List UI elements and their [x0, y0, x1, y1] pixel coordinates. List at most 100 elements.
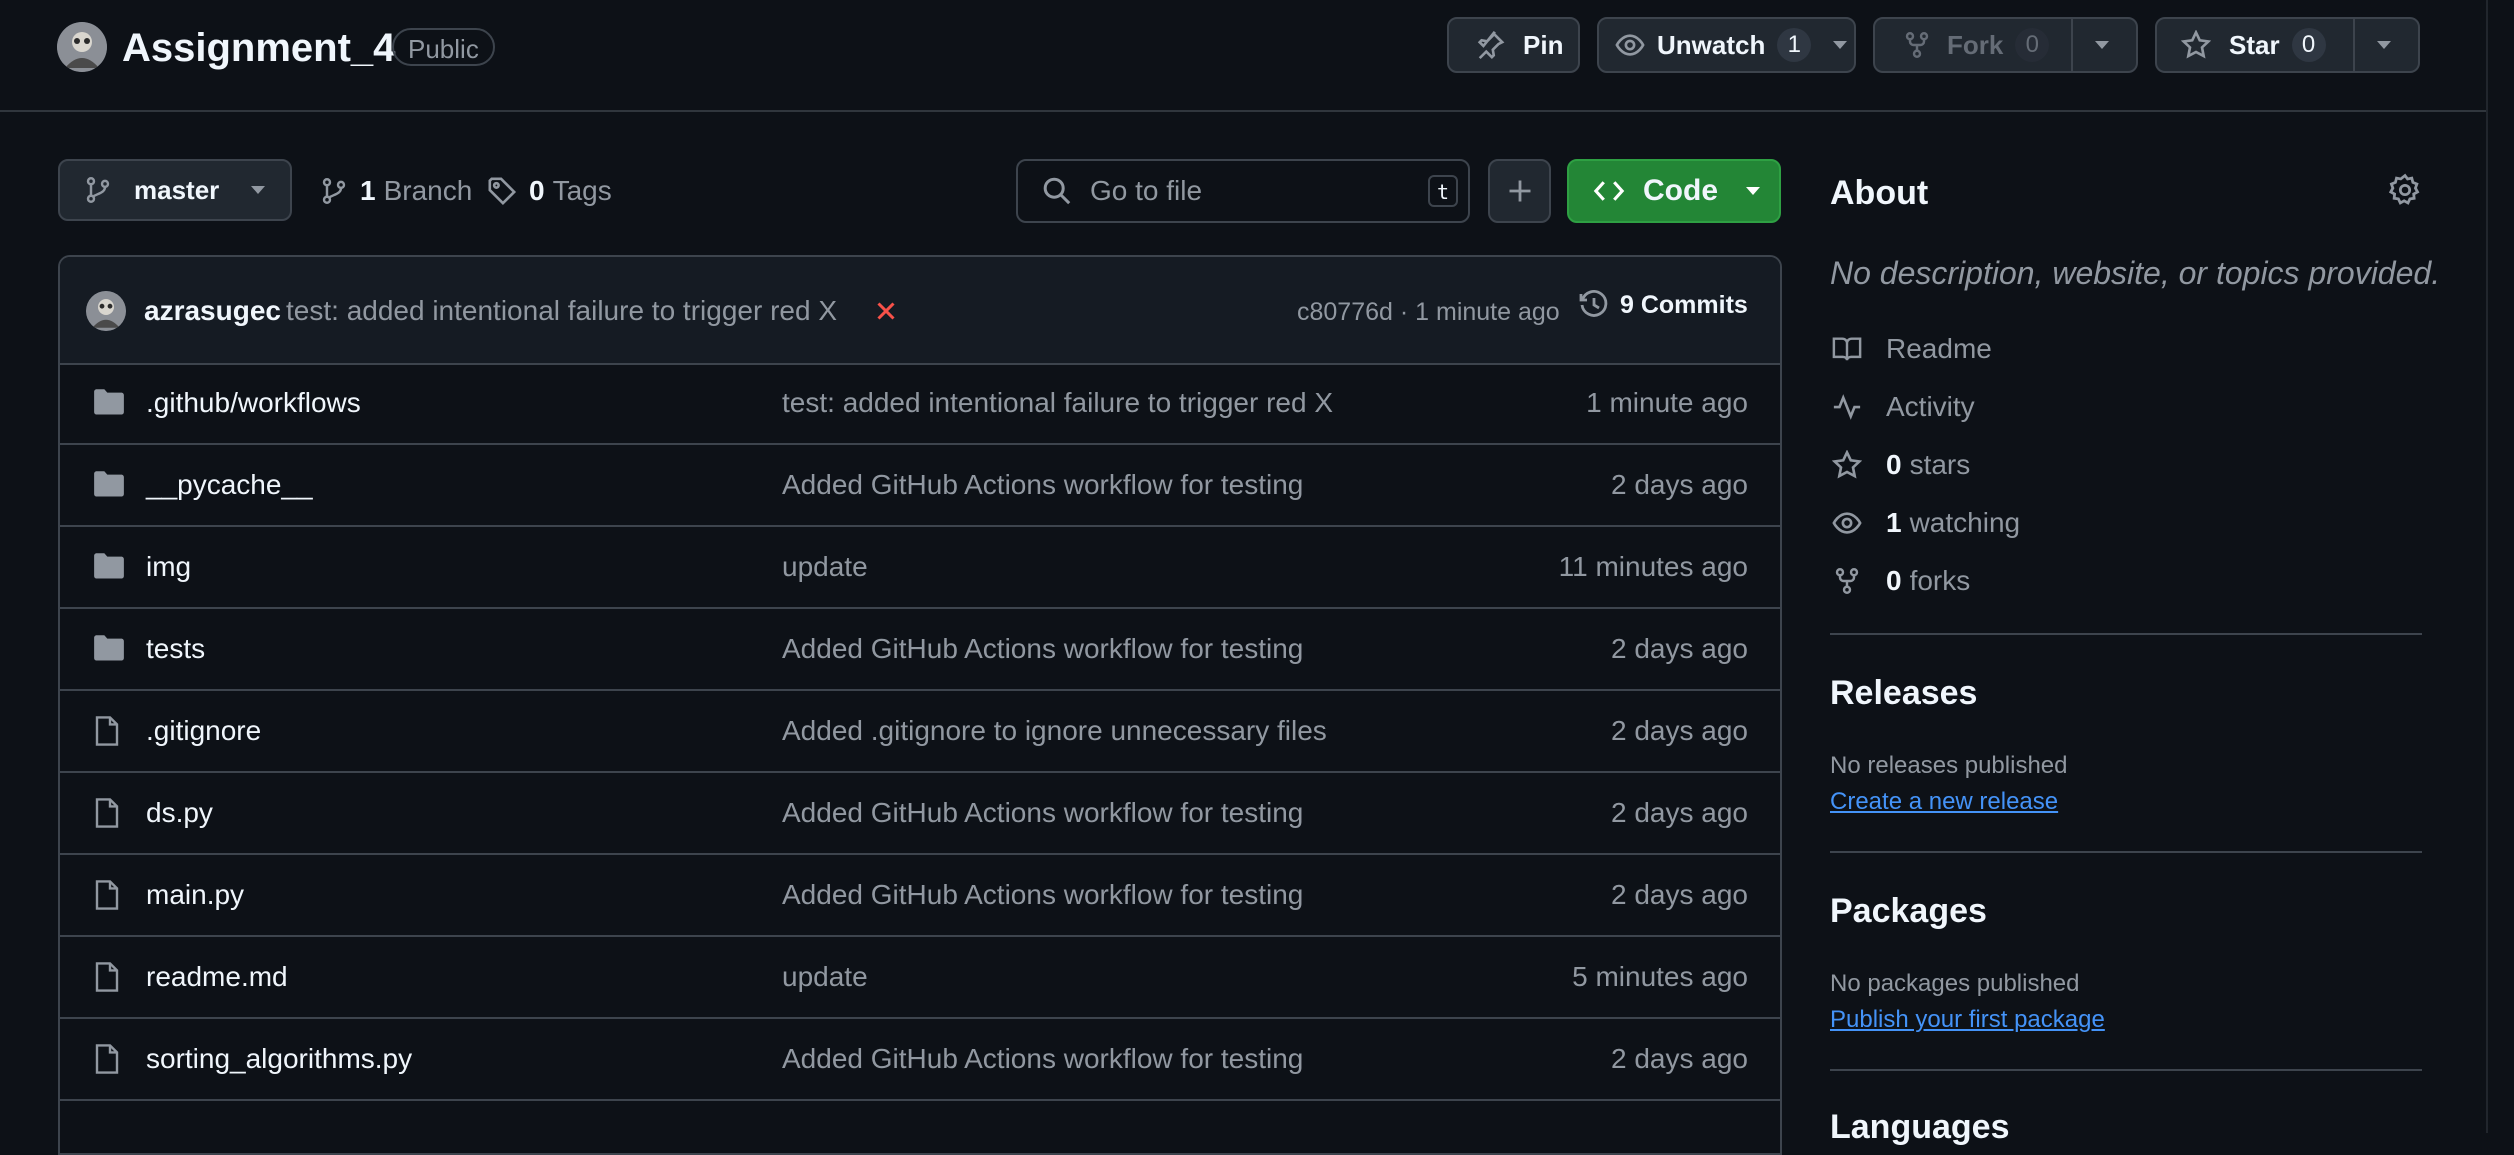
- packages-empty: No packages published: [1830, 970, 2080, 997]
- unwatch-button[interactable]: Unwatch 1: [1597, 17, 1856, 73]
- file-name[interactable]: img: [146, 547, 191, 587]
- eye-icon: [1615, 30, 1645, 60]
- keyboard-shortcut-hint: t: [1428, 175, 1458, 207]
- file-table: azrasugec test: added intentional failur…: [58, 255, 1782, 1155]
- table-row[interactable]: ds.py Added GitHub Actions workflow for t…: [60, 773, 1780, 855]
- commit-message[interactable]: Added GitHub Actions workflow for testin…: [782, 1039, 1303, 1079]
- chevron-down-icon[interactable]: [2375, 39, 2393, 51]
- commit-message[interactable]: Added GitHub Actions workflow for testin…: [782, 629, 1303, 669]
- commit-time: 2 days ago: [1611, 879, 1748, 910]
- page-scrollbar[interactable]: [2486, 0, 2514, 1133]
- file-name[interactable]: readme.md: [146, 957, 288, 997]
- commit-message[interactable]: Added GitHub Actions workflow for testin…: [782, 875, 1303, 915]
- code-icon: [1593, 177, 1625, 205]
- go-to-file-search[interactable]: Go to file t: [1016, 159, 1470, 223]
- file-name[interactable]: ds.py: [146, 793, 213, 833]
- table-row[interactable]: .github/workflows test: added intentional…: [60, 363, 1780, 445]
- file-name[interactable]: tests: [146, 629, 205, 669]
- commit-message[interactable]: update: [782, 957, 868, 997]
- table-row[interactable]: sorting_algorithms.py Added GitHub Action…: [60, 1019, 1780, 1101]
- releases-heading[interactable]: Releases: [1830, 672, 2422, 714]
- pin-button[interactable]: Pin: [1447, 17, 1580, 73]
- latest-commit-bar: azrasugec test: added intentional failur…: [60, 257, 1780, 365]
- table-row[interactable]: .gitignore Added .gitignore to ignore unn…: [60, 691, 1780, 773]
- divider: [1830, 851, 2422, 853]
- stars-link[interactable]: 0 stars: [1830, 443, 1970, 487]
- chevron-down-icon: [249, 184, 267, 196]
- add-file-button[interactable]: [1488, 159, 1551, 223]
- author-avatar[interactable]: [86, 291, 126, 331]
- history-icon: [1578, 289, 1610, 321]
- watching-link[interactable]: 1 watching: [1830, 501, 2020, 545]
- search-icon: [1042, 176, 1072, 206]
- unwatch-label: Unwatch: [1657, 29, 1766, 60]
- commit-author[interactable]: azrasugec: [144, 291, 281, 331]
- code-button[interactable]: Code: [1567, 159, 1781, 223]
- branches-count: 1: [360, 175, 376, 206]
- tag-icon: [487, 176, 517, 206]
- book-icon: [1830, 334, 1864, 364]
- star-icon: [1830, 450, 1864, 480]
- branch-icon: [320, 176, 348, 206]
- branches-link[interactable]: 1 Branch: [320, 171, 472, 211]
- eye-icon: [1830, 508, 1864, 538]
- forks-count: 0: [1886, 565, 1902, 596]
- table-row[interactable]: tests Added GitHub Actions workflow for t…: [60, 609, 1780, 691]
- commit-message[interactable]: test: added intentional failure to trigg…: [286, 291, 837, 331]
- file-icon: [92, 879, 122, 911]
- star-count: 0: [2291, 28, 2326, 62]
- chevron-down-icon: [1744, 185, 1762, 197]
- gear-icon[interactable]: [2388, 173, 2422, 207]
- commit-message[interactable]: update: [782, 547, 868, 587]
- chevron-down-icon[interactable]: [2093, 39, 2111, 51]
- code-label: Code: [1643, 174, 1718, 207]
- repo-name[interactable]: Assignment_4: [122, 20, 395, 76]
- table-row[interactable]: img update 11 minutes ago: [60, 527, 1780, 609]
- table-row[interactable]: __pycache__ Added GitHub Actions workflow…: [60, 445, 1780, 527]
- activity-link[interactable]: Activity: [1830, 385, 1975, 429]
- commit-message[interactable]: Added GitHub Actions workflow for testin…: [782, 465, 1303, 505]
- file-icon: [92, 797, 122, 829]
- search-input[interactable]: Go to file: [1090, 171, 1202, 211]
- publish-package-link[interactable]: Publish your first package: [1830, 1004, 2105, 1036]
- create-release-link[interactable]: Create a new release: [1830, 786, 2058, 818]
- branch-selector[interactable]: master: [58, 159, 292, 221]
- fork-icon: [1903, 30, 1931, 60]
- commit-message[interactable]: Added .gitignore to ignore unnecessary f…: [782, 711, 1327, 751]
- file-name[interactable]: sorting_algorithms.py: [146, 1039, 412, 1079]
- file-name[interactable]: .github/workflows: [146, 383, 361, 423]
- folder-icon: [92, 387, 126, 417]
- x-icon[interactable]: [874, 299, 898, 323]
- folder-icon: [92, 633, 126, 663]
- commit-time: 2 days ago: [1611, 715, 1748, 746]
- plus-icon: [1506, 177, 1534, 205]
- fork-button[interactable]: Fork 0: [1873, 17, 2138, 73]
- packages-heading[interactable]: Packages: [1830, 890, 2422, 932]
- file-icon: [92, 715, 122, 747]
- divider: [1830, 633, 2422, 635]
- repo-description: No description, website, or topics provi…: [1830, 255, 2441, 291]
- commit-message[interactable]: test: added intentional failure to trigg…: [782, 383, 1333, 423]
- commits-link[interactable]: 9 Commits: [1578, 289, 1748, 321]
- file-name[interactable]: .gitignore: [146, 711, 261, 751]
- repo-header: Assignment_4 Public Pin Unwatch 1 Fork 0: [0, 0, 2486, 112]
- fork-label: Fork: [1947, 29, 2004, 60]
- fork-count: 0: [2015, 28, 2050, 62]
- table-row[interactable]: readme.md update 5 minutes ago: [60, 937, 1780, 1019]
- chevron-down-icon[interactable]: [1831, 39, 1849, 51]
- star-button[interactable]: Star 0: [2155, 17, 2420, 73]
- tags-link[interactable]: 0 Tags: [487, 171, 612, 211]
- commit-time: 2 days ago: [1611, 1043, 1748, 1074]
- file-name[interactable]: __pycache__: [146, 465, 313, 505]
- table-row[interactable]: main.py Added GitHub Actions workflow for…: [60, 855, 1780, 937]
- owner-avatar[interactable]: [57, 22, 107, 72]
- pin-icon: [1475, 30, 1505, 60]
- readme-link[interactable]: Readme: [1830, 327, 1992, 371]
- file-name[interactable]: main.py: [146, 875, 244, 915]
- commit-time: 5 minutes ago: [1572, 961, 1748, 992]
- forks-link[interactable]: 0 forks: [1830, 559, 1970, 603]
- commit-message[interactable]: Added GitHub Actions workflow for testin…: [782, 793, 1303, 833]
- readme-label: Readme: [1886, 333, 1992, 364]
- divider: [1830, 1069, 2422, 1071]
- commit-hash-time[interactable]: c80776d · 1 minute ago: [1297, 293, 1560, 331]
